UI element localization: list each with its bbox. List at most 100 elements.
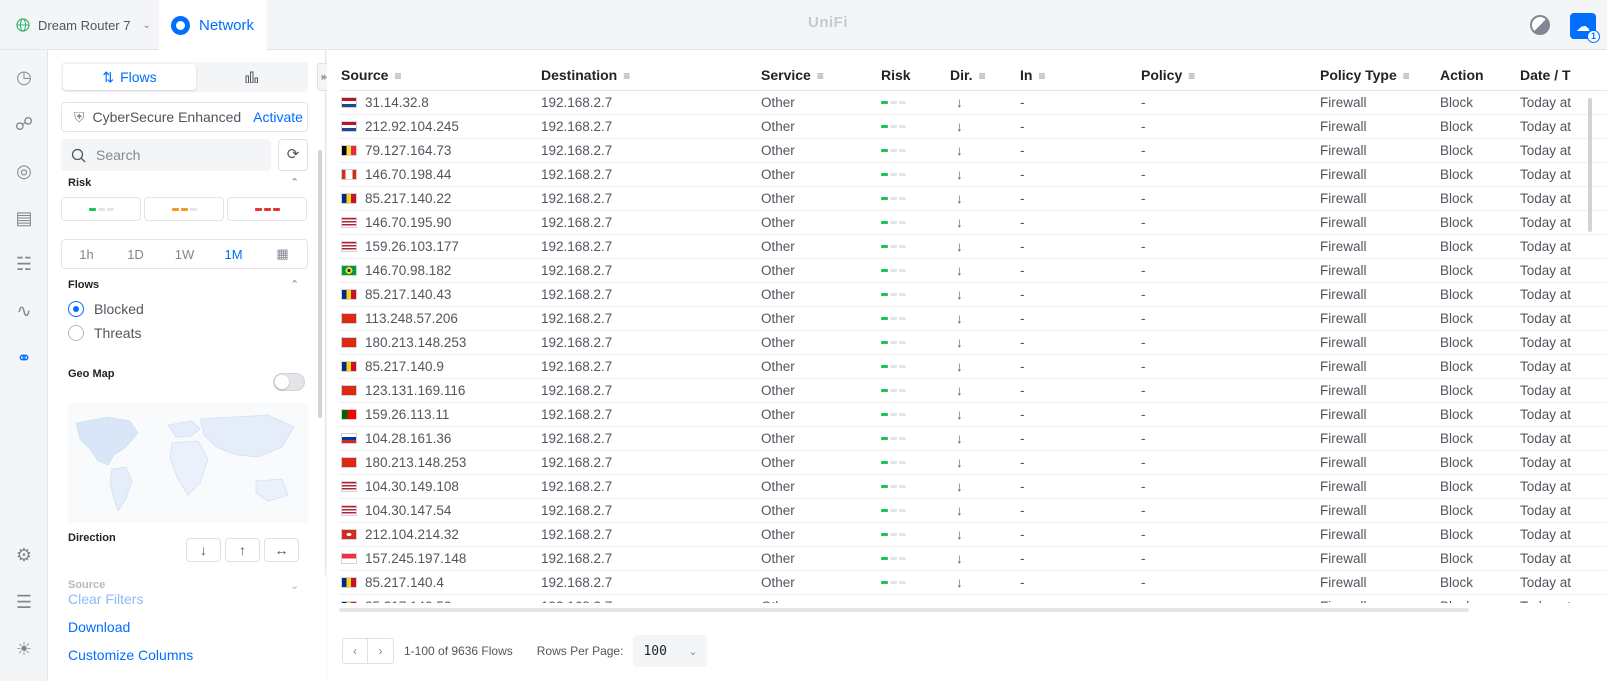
next-page-button[interactable]: ›: [368, 638, 394, 664]
logs-icon[interactable]: ☰: [13, 591, 35, 613]
customize-columns-link[interactable]: Customize Columns: [68, 647, 193, 663]
search-box[interactable]: [61, 139, 271, 171]
table-row[interactable]: 85.217.140.52192.168.2.7Other↓--Firewall…: [339, 594, 1607, 603]
theme-toggle-icon[interactable]: [1530, 15, 1550, 35]
column-header-action[interactable]: Action: [1438, 60, 1518, 91]
radio-blocked[interactable]: Blocked: [68, 301, 144, 317]
direction-both-button[interactable]: ↔: [264, 538, 299, 562]
table-row[interactable]: 85.217.140.22 192.168.2.7 Other ↓ - - Firewall…: [339, 186, 1607, 211]
clear-filters-link[interactable]: Clear Filters: [68, 591, 143, 607]
risk-bar: [899, 244, 906, 248]
cell-source: 159.26.113.11: [339, 402, 539, 427]
table-row[interactable]: 104.30.147.54 192.168.2.7 Other ↓ - - Firewall…: [339, 498, 1607, 523]
table-row[interactable]: 79.127.164.73 192.168.2.7 Other ↓ - - Firewall…: [339, 138, 1607, 163]
table-row[interactable]: 123.131.169.116 192.168.2.7 Other ↓ - - Firewa…: [339, 378, 1607, 403]
table-row[interactable]: 85.217.140.9 192.168.2.7 Other ↓ - - Firewall B…: [339, 354, 1607, 379]
table-row[interactable]: 31.14.32.8 192.168.2.7 Other ↓ - - Firewall Blo…: [339, 90, 1607, 115]
column-header-policy-type[interactable]: Policy Type ≡: [1318, 60, 1438, 91]
alerts-icon[interactable]: ☀: [13, 638, 35, 660]
table-row[interactable]: 113.248.57.206 192.168.2.7 Other ↓ - - Firewal…: [339, 306, 1607, 331]
column-header-source[interactable]: Source ≡: [339, 60, 539, 91]
rows-per-page-select[interactable]: 100 ⌄: [633, 635, 708, 667]
cell-service: Other: [759, 234, 879, 259]
column-header-direction[interactable]: Dir. ≡: [948, 60, 1018, 91]
notifications-button[interactable]: ☁ 1: [1570, 13, 1600, 43]
table-row[interactable]: 157.245.197.148 192.168.2.7 Other ↓ - - Firewa…: [339, 546, 1607, 571]
direction-in-button[interactable]: ↓: [186, 538, 221, 562]
download-link[interactable]: Download: [68, 619, 130, 635]
risk-medium-filter[interactable]: [144, 197, 224, 221]
chevron-up-icon[interactable]: ⌃: [290, 176, 299, 189]
tab-statistics[interactable]: [198, 64, 306, 90]
cell-in: -: [1018, 570, 1139, 595]
filter-icon[interactable]: ≡: [1403, 69, 1410, 83]
chevron-up-icon[interactable]: ⌃: [290, 278, 299, 291]
insights-icon[interactable]: ∿: [13, 300, 35, 322]
cell-destination: 192.168.2.7: [539, 138, 759, 163]
cell-service: Other: [759, 546, 879, 571]
table-row[interactable]: 146.70.98.182 192.168.2.7 Other ↓ - - Firewall…: [339, 258, 1607, 283]
table-row[interactable]: 146.70.195.90 192.168.2.7 Other ↓ - - Firewall…: [339, 210, 1607, 235]
column-header-destination[interactable]: Destination ≡: [539, 60, 759, 91]
geo-map-toggle[interactable]: [273, 373, 305, 391]
router-selector[interactable]: Dream Router 7 ⌄: [16, 0, 151, 50]
calendar-icon[interactable]: ▦: [258, 246, 307, 262]
column-header-service[interactable]: Service ≡: [759, 60, 879, 91]
radio-threats-control[interactable]: [68, 325, 84, 341]
tab-flows[interactable]: ⇅ Flows: [63, 64, 196, 90]
country-flag-icon: [341, 360, 357, 372]
table-horizontal-scrollbar[interactable]: [339, 608, 1469, 612]
dashboard-icon[interactable]: ◷: [13, 66, 35, 88]
unifi-devices-icon[interactable]: ◎: [13, 160, 35, 182]
filter-icon[interactable]: ≡: [817, 69, 824, 83]
time-range-1h[interactable]: 1h: [62, 247, 111, 262]
search-input[interactable]: [96, 147, 256, 163]
time-range-1w[interactable]: 1W: [160, 247, 209, 262]
cell-in: -: [1018, 354, 1139, 379]
chevron-down-icon[interactable]: ⌄: [290, 579, 299, 592]
table-row[interactable]: 212.92.104.245 192.168.2.7 Other ↓ - - Firewal…: [339, 114, 1607, 139]
activate-link[interactable]: Activate: [253, 109, 303, 125]
column-header-date[interactable]: Date / T: [1518, 60, 1607, 91]
time-range-1m[interactable]: 1M: [209, 247, 258, 262]
table-row[interactable]: 146.70.198.44 192.168.2.7 Other ↓ - - Firewall…: [339, 162, 1607, 187]
table-row[interactable]: 85.217.140.4 192.168.2.7 Other ↓ - - Firewall B…: [339, 570, 1607, 595]
column-header-risk[interactable]: Risk: [879, 60, 948, 91]
column-header-policy[interactable]: Policy ≡: [1139, 60, 1318, 91]
filter-icon[interactable]: ≡: [623, 69, 630, 83]
cell-service: Other: [759, 90, 879, 115]
table-row[interactable]: 159.26.113.11 192.168.2.7 Other ↓ - - Firewall…: [339, 402, 1607, 427]
table-row[interactable]: 159.26.103.177 192.168.2.7 Other ↓ - - Firewal…: [339, 234, 1607, 259]
risk-bar: [272, 207, 280, 211]
table-vertical-scrollbar[interactable]: [1588, 98, 1592, 232]
client-devices-icon[interactable]: ▤: [13, 207, 35, 229]
filter-icon[interactable]: ≡: [1038, 69, 1045, 83]
radio-blocked-control[interactable]: [68, 301, 84, 317]
flows-icon[interactable]: ⚭: [13, 347, 35, 369]
settings-icon[interactable]: ⚙: [13, 544, 35, 566]
table-row[interactable]: 180.213.148.253 192.168.2.7 Other ↓ - - Firewa…: [339, 450, 1607, 475]
radio-threats[interactable]: Threats: [68, 325, 141, 341]
risk-low-filter[interactable]: [61, 197, 141, 221]
table-row[interactable]: 104.30.149.108 192.168.2.7 Other ↓ - - Firewal…: [339, 474, 1607, 499]
panel-scrollbar[interactable]: [318, 150, 322, 418]
filter-icon[interactable]: ≡: [394, 69, 401, 83]
table-row[interactable]: 180.213.148.253 192.168.2.7 Other ↓ - - Firewa…: [339, 330, 1607, 355]
cell-destination: 192.168.2.7: [539, 522, 759, 547]
topology-icon[interactable]: ☍: [13, 113, 35, 135]
column-header-in[interactable]: In ≡: [1018, 60, 1139, 91]
cell-in: -: [1018, 210, 1139, 235]
time-range-1d[interactable]: 1D: [111, 247, 160, 262]
table-row[interactable]: 104.28.161.36 192.168.2.7 Other ↓ - - Firewall…: [339, 426, 1607, 451]
refresh-button[interactable]: ⟳: [278, 139, 308, 171]
direction-out-button[interactable]: ↑: [225, 538, 260, 562]
tab-network[interactable]: Network: [159, 0, 267, 50]
filter-icon[interactable]: ≡: [1188, 69, 1195, 83]
table-row[interactable]: 212.104.214.32 192.168.2.7 Other ↓ - - Firewal…: [339, 522, 1607, 547]
risk-level-indicator: [881, 508, 948, 512]
previous-page-button[interactable]: ‹: [342, 638, 368, 664]
filter-icon[interactable]: ≡: [979, 69, 986, 83]
risk-high-filter[interactable]: [227, 197, 307, 221]
ports-icon[interactable]: ☵: [13, 253, 35, 275]
table-row[interactable]: 85.217.140.43 192.168.2.7 Other ↓ - - Firewall…: [339, 282, 1607, 307]
